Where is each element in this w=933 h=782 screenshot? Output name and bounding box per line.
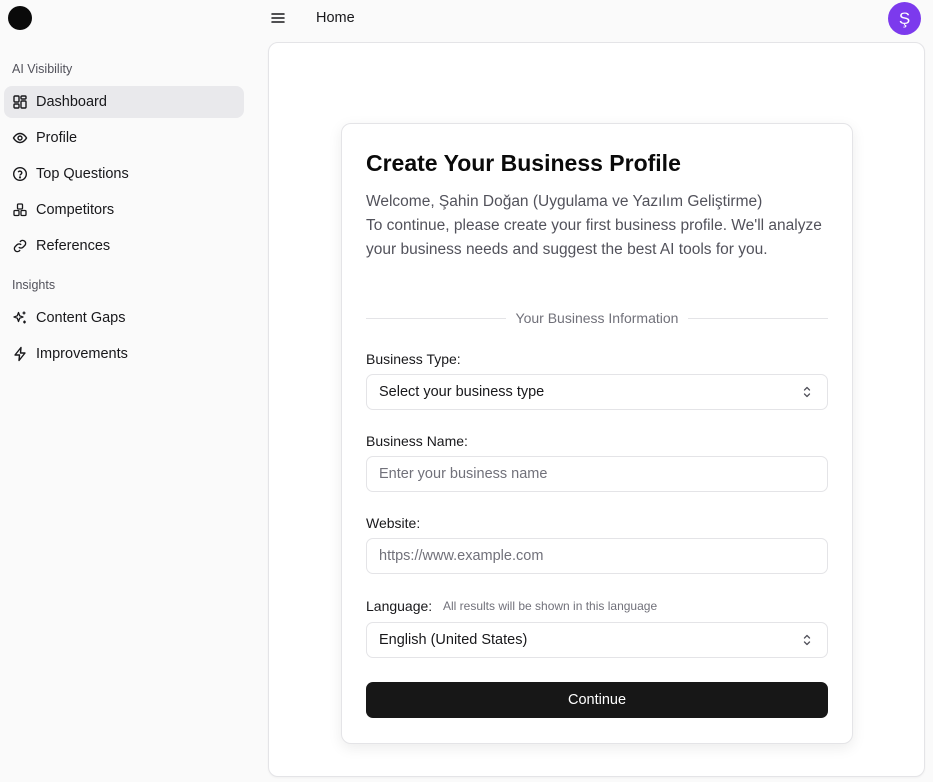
sparkles-icon xyxy=(13,311,26,324)
sidebar-item-label: Profile xyxy=(36,130,78,146)
sidebar-group-ai-visibility: AI Visibility xyxy=(12,62,73,76)
sidebar-item-competitors[interactable]: Competitors xyxy=(4,194,244,226)
business-name-input[interactable] xyxy=(366,456,828,492)
divider-line xyxy=(366,317,506,319)
divider-line xyxy=(688,317,829,319)
language-select[interactable]: English (United States) xyxy=(366,622,828,658)
business-type-label: Business Type: xyxy=(366,351,461,367)
welcome-line: Welcome, Şahin Doğan (Uygulama ve Yazılı… xyxy=(366,193,763,210)
menu-icon[interactable] xyxy=(270,10,286,26)
sidebar-item-label: Dashboard xyxy=(36,94,107,110)
avatar[interactable]: Ş xyxy=(888,2,921,35)
sidebar-item-label: Top Questions xyxy=(36,166,129,182)
sidebar-item-label: References xyxy=(36,238,111,254)
dashboard-icon xyxy=(13,95,27,109)
sidebar-item-label: Improvements xyxy=(36,346,128,362)
zap-icon xyxy=(14,346,26,362)
section-label: Your Business Information xyxy=(515,310,679,326)
breadcrumb[interactable]: Home xyxy=(316,10,355,26)
business-name-label: Business Name: xyxy=(366,433,468,449)
business-type-select[interactable]: Select your business type xyxy=(366,374,828,410)
sidebar-item-label: Content Gaps xyxy=(36,310,126,326)
welcome-text: Welcome, Şahin Doğan (Uygulama ve Yazılı… xyxy=(366,190,836,262)
sidebar-item-improvements[interactable]: Improvements xyxy=(4,338,244,370)
website-input[interactable] xyxy=(366,538,828,574)
website-label: Website: xyxy=(366,515,421,531)
sidebar-item-dashboard[interactable]: Dashboard xyxy=(4,86,244,118)
section-divider: Your Business Information xyxy=(366,308,829,328)
link-icon xyxy=(13,239,27,253)
continue-button[interactable]: Continue xyxy=(366,682,828,718)
chevrons-up-down-icon xyxy=(803,386,811,398)
page-title: Create Your Business Profile xyxy=(366,150,681,176)
help-circle-icon xyxy=(12,166,28,182)
sidebar-item-label: Competitors xyxy=(36,202,115,218)
chevrons-up-down-icon xyxy=(803,634,811,646)
sidebar-item-content-gaps[interactable]: Content Gaps xyxy=(4,302,244,334)
app-logo[interactable] xyxy=(8,6,32,30)
sidebar-item-profile[interactable]: Profile xyxy=(4,122,244,154)
boxes-icon xyxy=(13,203,27,217)
sidebar-item-references[interactable]: References xyxy=(4,230,244,262)
eye-icon xyxy=(12,132,28,144)
language-value: English (United States) xyxy=(379,632,528,648)
business-type-value: Select your business type xyxy=(379,384,545,400)
intro-text: To continue, please create your first bu… xyxy=(366,217,822,258)
language-label: Language: xyxy=(366,598,433,614)
sidebar-group-insights: Insights xyxy=(12,278,56,292)
language-hint: All results will be shown in this langua… xyxy=(443,599,658,613)
sidebar-item-top-questions[interactable]: Top Questions xyxy=(4,158,244,190)
